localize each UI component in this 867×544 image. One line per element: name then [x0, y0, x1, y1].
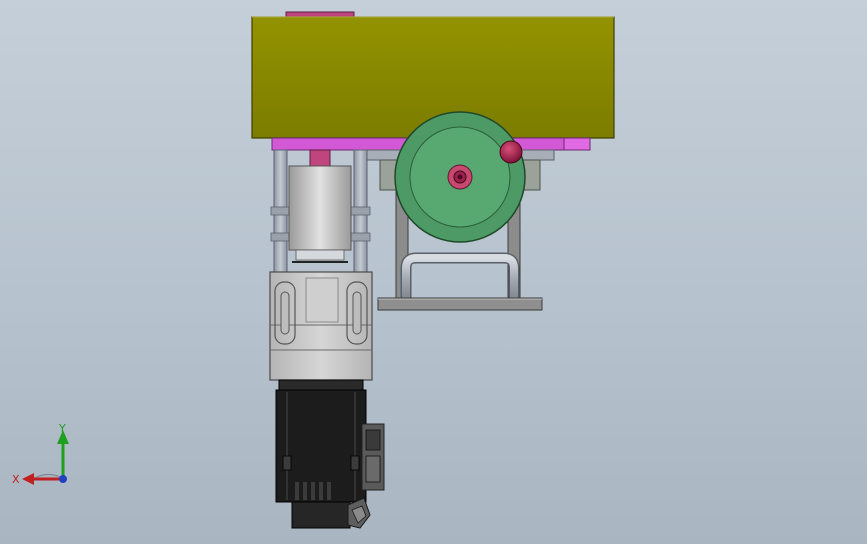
coordinate-triad: Y X	[12, 422, 69, 486]
base-plate[interactable]	[377, 297, 543, 311]
coupling-shaft	[309, 149, 331, 167]
assembly-model[interactable]	[0, 0, 867, 544]
handwheel-knob[interactable]	[499, 140, 523, 164]
y-axis-label: Y	[58, 422, 66, 435]
green-handwheel[interactable]	[394, 111, 526, 243]
u-handle[interactable]	[400, 252, 520, 300]
z-axis-dot	[59, 475, 67, 483]
x-axis-arrowhead	[22, 473, 34, 485]
x-axis-label: X	[12, 473, 20, 486]
motor-coupler[interactable]	[288, 165, 352, 263]
cad-viewport[interactable]: Y X	[0, 0, 867, 544]
gear-reducer[interactable]	[269, 271, 373, 381]
triad-plane	[33, 473, 64, 479]
